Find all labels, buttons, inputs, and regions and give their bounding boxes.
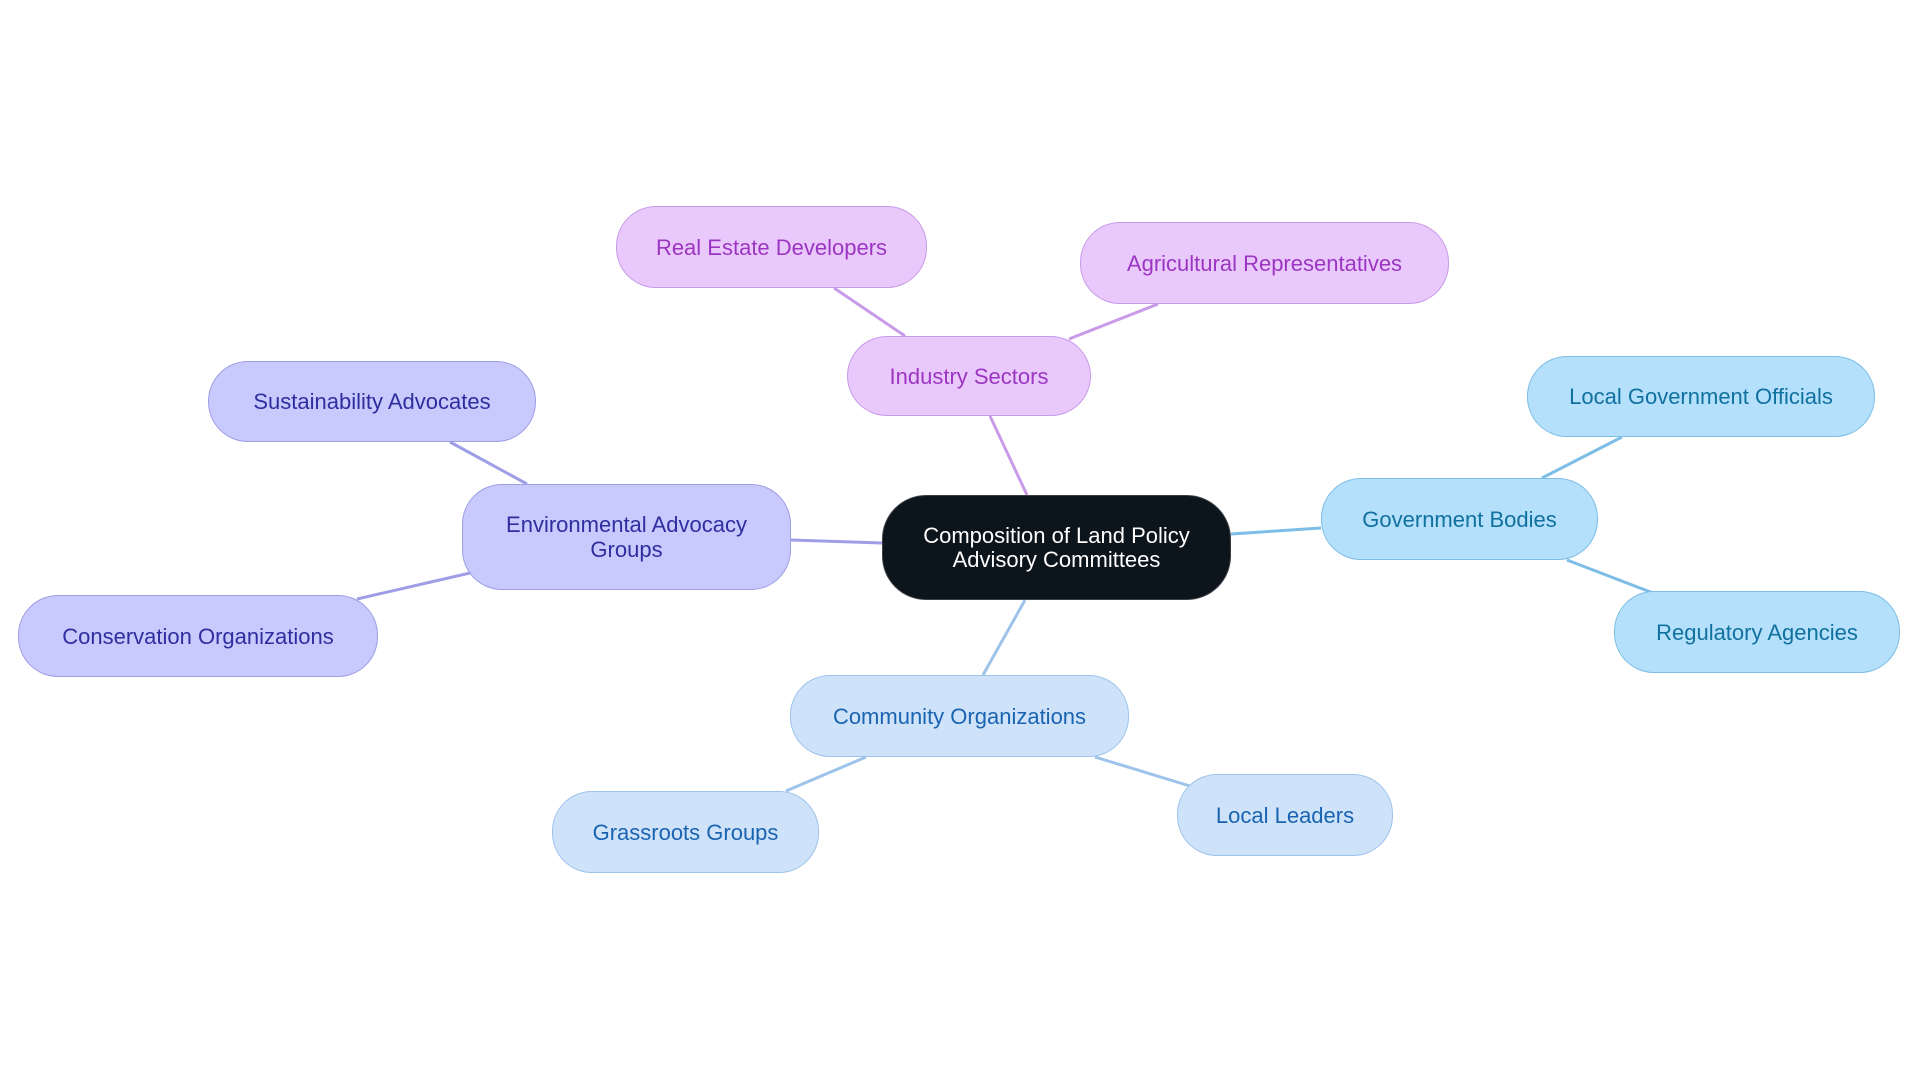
branch-label: Industry Sectors: [889, 363, 1049, 389]
branch-node-environmental-advocacy-groups[interactable]: Environmental Advocacy Groups: [462, 484, 791, 590]
leaf-node-sustainability-advocates[interactable]: Sustainability Advocates: [208, 361, 536, 442]
leaf-node-agricultural-representatives[interactable]: Agricultural Representatives: [1080, 222, 1449, 304]
branch-node-government-bodies[interactable]: Government Bodies: [1321, 478, 1598, 560]
edge-root-community: [981, 599, 1027, 676]
edge-root-government: [1230, 526, 1322, 536]
edge-industry-real-estate: [833, 286, 906, 338]
root-label: Composition of Land Policy Advisory Comm…: [923, 522, 1190, 572]
branch-label: Government Bodies: [1362, 506, 1557, 532]
branch-node-industry-sectors[interactable]: Industry Sectors: [847, 336, 1091, 416]
leaf-node-conservation-organizations[interactable]: Conservation Organizations: [18, 595, 378, 677]
leaf-node-regulatory-agencies[interactable]: Regulatory Agencies: [1614, 591, 1900, 673]
edge-community-local-leaders: [1094, 755, 1191, 788]
leaf-label: Local Government Officials: [1569, 384, 1833, 409]
edge-environmental-conservation: [356, 571, 471, 601]
branch-label: Environmental Advocacy Groups: [506, 512, 747, 562]
edge-root-environmental: [790, 538, 883, 545]
branch-node-community-organizations[interactable]: Community Organizations: [790, 675, 1129, 757]
leaf-label: Conservation Organizations: [62, 623, 334, 649]
leaf-label: Real Estate Developers: [655, 234, 888, 260]
edge-government-regulatory: [1566, 558, 1654, 595]
root-node[interactable]: Composition of Land Policy Advisory Comm…: [882, 495, 1231, 600]
leaf-label: Regulatory Agencies: [1656, 619, 1858, 645]
leaf-node-grassroots-groups[interactable]: Grassroots Groups: [552, 791, 819, 873]
leaf-node-local-leaders[interactable]: Local Leaders: [1177, 774, 1393, 856]
edge-community-grassroots: [785, 755, 867, 793]
edge-government-local-officials: [1541, 435, 1623, 480]
edge-environmental-sustainability: [449, 440, 528, 486]
leaf-node-real-estate-developers[interactable]: Real Estate Developers: [616, 206, 927, 288]
edge-root-industry: [988, 415, 1029, 496]
branch-label: Community Organizations: [832, 703, 1087, 729]
leaf-label: Sustainability Advocates: [253, 389, 491, 414]
leaf-label: Agricultural Representatives: [1126, 250, 1403, 276]
leaf-label: Grassroots Groups: [592, 819, 779, 845]
leaf-node-local-government-officials[interactable]: Local Government Officials: [1527, 356, 1875, 437]
edge-industry-agricultural: [1068, 302, 1159, 341]
leaf-label: Local Leaders: [1215, 802, 1355, 828]
